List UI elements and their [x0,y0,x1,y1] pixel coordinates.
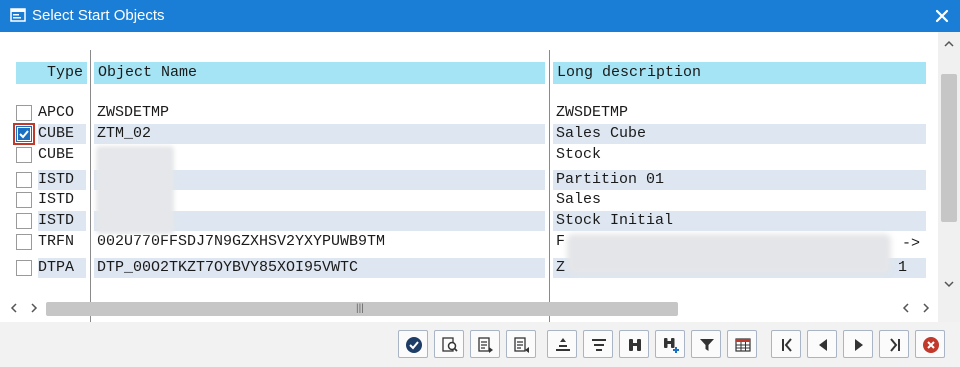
cell-type: ISTD [38,211,86,231]
overflow-marker: -> [902,235,921,252]
cell-type: APCO [38,104,75,121]
row-checkbox[interactable] [16,172,32,188]
last-page-icon [890,338,900,352]
cell-long-description: Sales [556,191,602,208]
cell-type: CUBE [38,124,86,144]
find-previous-button[interactable] [506,330,536,358]
sort-descending-icon [592,339,606,351]
window-title: Select Start Objects [32,7,165,24]
vertical-scroll-thumb[interactable] [941,74,957,222]
table-row[interactable]: CUBE ZTM_02 Sales Cube [0,123,930,145]
layout-button[interactable] [727,330,757,358]
row-checkbox[interactable] [13,123,35,145]
column-header-object-name[interactable]: Object Name [94,62,545,84]
cell-type: DTPA [38,258,86,278]
cell-object-name: ZWSDETMP [97,104,170,121]
cell-description-tail: 1 [898,259,908,276]
previous-page-button[interactable] [807,330,837,358]
redacted-descriptions [567,234,891,274]
scroll-down-icon[interactable] [941,278,957,290]
cell-type: ISTD [38,170,86,190]
find-next-button[interactable] [470,330,500,358]
column-header-type[interactable]: Type [16,62,87,84]
column-header-long-description[interactable]: Long description [553,62,926,84]
vertical-scrollbar[interactable] [938,32,960,322]
find-previous-icon [514,337,529,353]
scroll-right-icon[interactable] [28,302,40,314]
filter-button[interactable] [691,330,721,358]
next-page-button[interactable] [843,330,873,358]
horizontal-scrollbar[interactable]: ||| [0,296,938,322]
table-row[interactable]: APCO ZWSDETMP ZWSDETMP [0,103,930,123]
row-checkbox[interactable] [16,147,32,163]
find-next-icon [478,337,493,353]
cell-long-description: Sales Cube [553,124,926,144]
cancel-button[interactable] [915,330,945,358]
row-checkbox[interactable] [16,213,32,229]
previous-page-icon [819,339,827,351]
cell-long-description: Stock [556,146,602,163]
window-icon [10,8,26,22]
search-binoculars-plus-icon [664,338,679,353]
first-page-icon [782,338,792,352]
horizontal-scroll-thumb[interactable]: ||| [46,302,678,316]
confirm-button[interactable] [398,330,428,358]
cell-object-name: ZTM_02 [94,124,545,144]
cell-long-description: Partition 01 [553,170,926,190]
confirm-icon [406,337,422,353]
search-more-button[interactable] [655,330,685,358]
search-button[interactable] [619,330,649,358]
search-binoculars-icon [629,339,641,351]
scroll-right-icon[interactable] [920,302,932,314]
grip-icon: ||| [356,303,364,314]
filter-icon [700,339,714,351]
scroll-left-icon[interactable] [8,302,20,314]
row-checkbox[interactable] [16,192,32,208]
scroll-left-icon[interactable] [900,302,912,314]
table-layout-icon [735,338,751,352]
close-icon[interactable] [932,6,952,26]
sort-descending-button[interactable] [583,330,613,358]
cell-long-description: ZWSDETMP [556,104,629,121]
find-button[interactable] [434,330,464,358]
cancel-icon [923,337,939,353]
sort-ascending-button[interactable] [547,330,577,358]
row-checkbox[interactable] [16,260,32,276]
row-checkbox[interactable] [16,105,32,121]
redacted-object-names [96,146,174,234]
find-icon [442,337,458,352]
title-bar: Select Start Objects [0,0,960,32]
scroll-up-icon[interactable] [941,38,957,50]
cell-object-name: DTP_00O2TKZT7OYBVY85XOI95VWTC [94,258,545,278]
next-page-icon [855,339,863,351]
cell-type: ISTD [38,191,75,208]
row-checkbox[interactable] [16,234,32,250]
cell-type: CUBE [38,146,75,163]
last-page-button[interactable] [879,330,909,358]
cell-type: TRFN [38,233,75,250]
cell-object-name: 002U770FFSDJ7N9GZXHSV2YXYPUWB9TM [97,233,386,250]
sort-ascending-icon [556,338,570,351]
checkmark-icon [18,128,30,140]
cell-long-description: Stock Initial [553,211,926,231]
first-page-button[interactable] [771,330,801,358]
